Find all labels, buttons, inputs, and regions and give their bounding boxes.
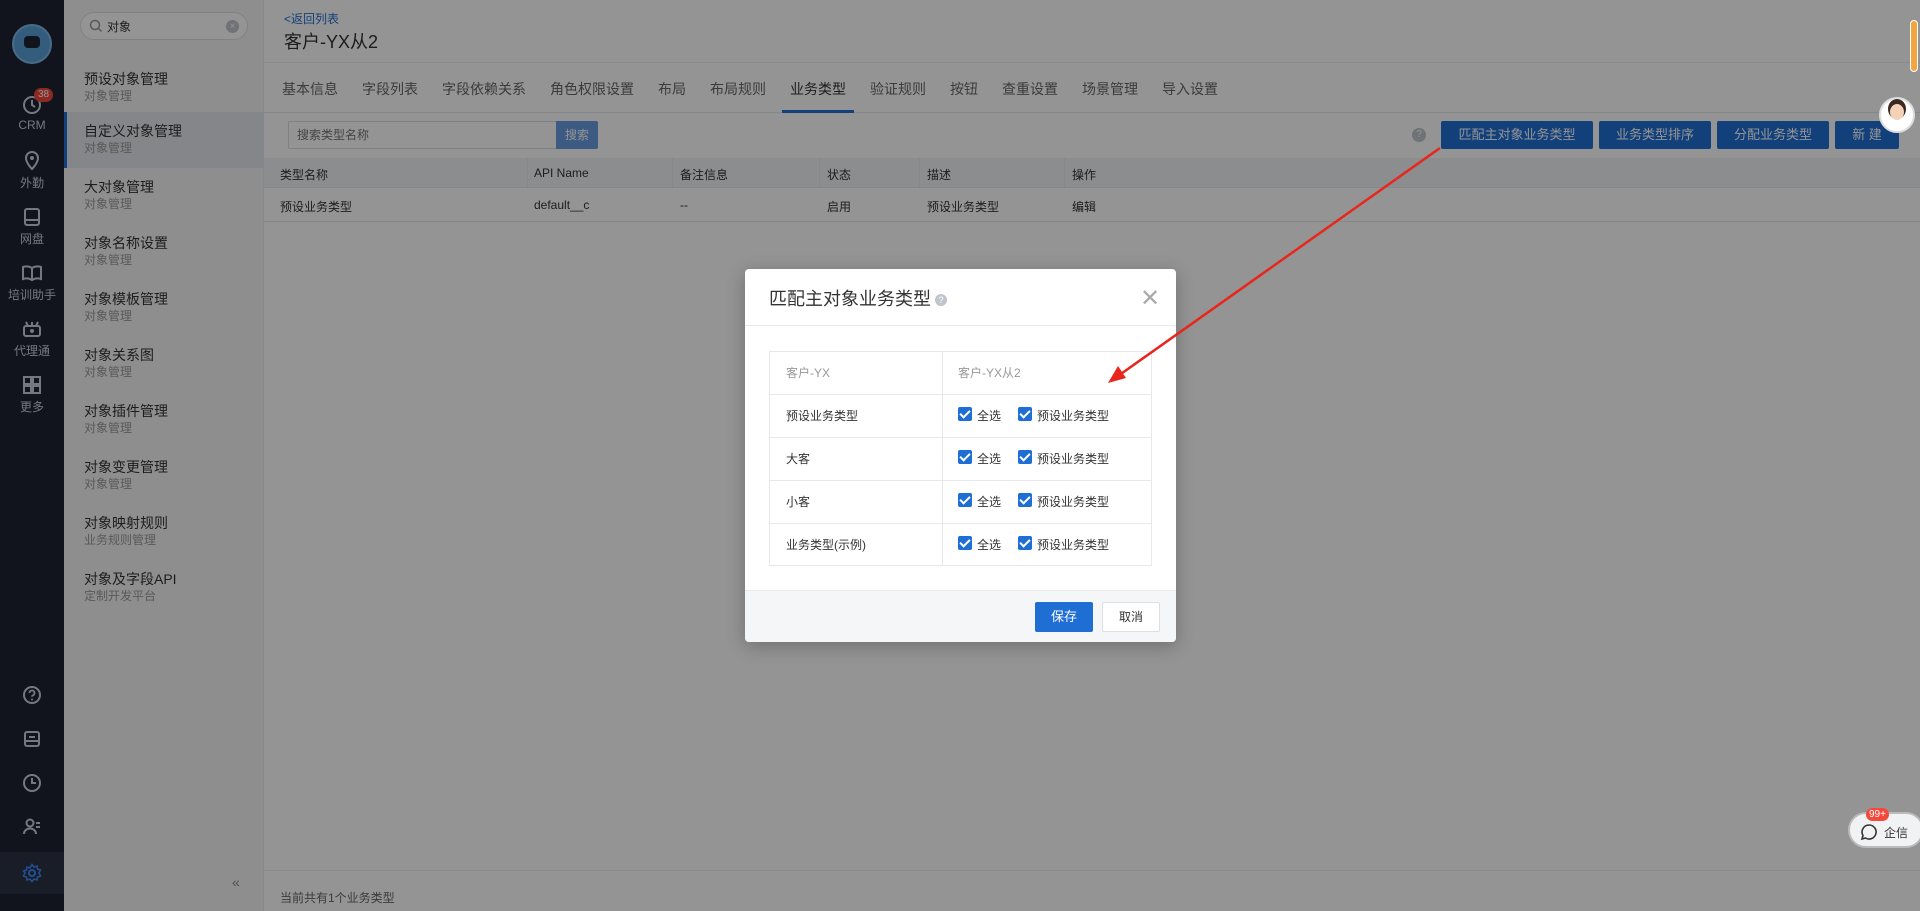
dialog-title-text: 匹配主对象业务类型 (769, 289, 931, 309)
type-option-label: 预设业务类型 (1037, 495, 1110, 509)
master-type-label: 小客 (786, 495, 811, 509)
scrollbar-thumb[interactable] (1910, 20, 1918, 72)
master-type-label: 预设业务类型 (786, 409, 859, 423)
divider (745, 325, 1176, 326)
select-all-label: 全选 (977, 409, 1002, 423)
type-option-checkbox[interactable] (1018, 536, 1032, 550)
type-option-label: 预设业务类型 (1037, 452, 1110, 466)
select-all-checkbox[interactable] (958, 493, 972, 507)
select-all-checkbox[interactable] (958, 407, 972, 421)
unread-badge: 99+ (1866, 808, 1889, 821)
master-type-label: 大客 (786, 452, 811, 466)
divider (942, 352, 943, 565)
dialog-title: 匹配主对象业务类型? (769, 285, 947, 311)
select-all-checkbox[interactable] (958, 450, 972, 464)
divider (770, 394, 1151, 395)
qixin-chat-button[interactable]: 99+ 企信 (1848, 808, 1920, 848)
dialog-footer: 保存 取消 (745, 590, 1176, 642)
mapping-grid: 客户-YX 客户-YX从2 预设业务类型 全选 预设业务类型 大客 全选 预设业… (769, 351, 1152, 566)
type-option-label: 预设业务类型 (1037, 409, 1110, 423)
help-icon[interactable]: ? (935, 294, 947, 306)
match-types-dialog: 匹配主对象业务类型? ✕ 客户-YX 客户-YX从2 预设业务类型 全选 预设业… (745, 269, 1176, 642)
master-type-label: 业务类型(示例) (786, 538, 866, 552)
divider (770, 437, 1151, 438)
type-option-checkbox[interactable] (1018, 493, 1032, 507)
select-all-checkbox[interactable] (958, 536, 972, 550)
qixin-label: 企信 (1884, 826, 1909, 840)
type-option-checkbox[interactable] (1018, 407, 1032, 421)
cancel-button[interactable]: 取消 (1102, 602, 1160, 632)
save-button[interactable]: 保存 (1035, 602, 1093, 632)
master-column-header: 客户-YX (786, 366, 831, 380)
select-all-label: 全选 (977, 452, 1002, 466)
divider (770, 480, 1151, 481)
type-option-checkbox[interactable] (1018, 450, 1032, 464)
chat-icon (1860, 824, 1877, 841)
select-all-label: 全选 (977, 495, 1002, 509)
detail-column-header: 客户-YX从2 (958, 366, 1021, 380)
type-option-label: 预设业务类型 (1037, 538, 1110, 552)
select-all-label: 全选 (977, 538, 1002, 552)
assistant-avatar[interactable] (1879, 97, 1915, 133)
close-icon[interactable]: ✕ (1140, 287, 1160, 311)
divider (770, 523, 1151, 524)
